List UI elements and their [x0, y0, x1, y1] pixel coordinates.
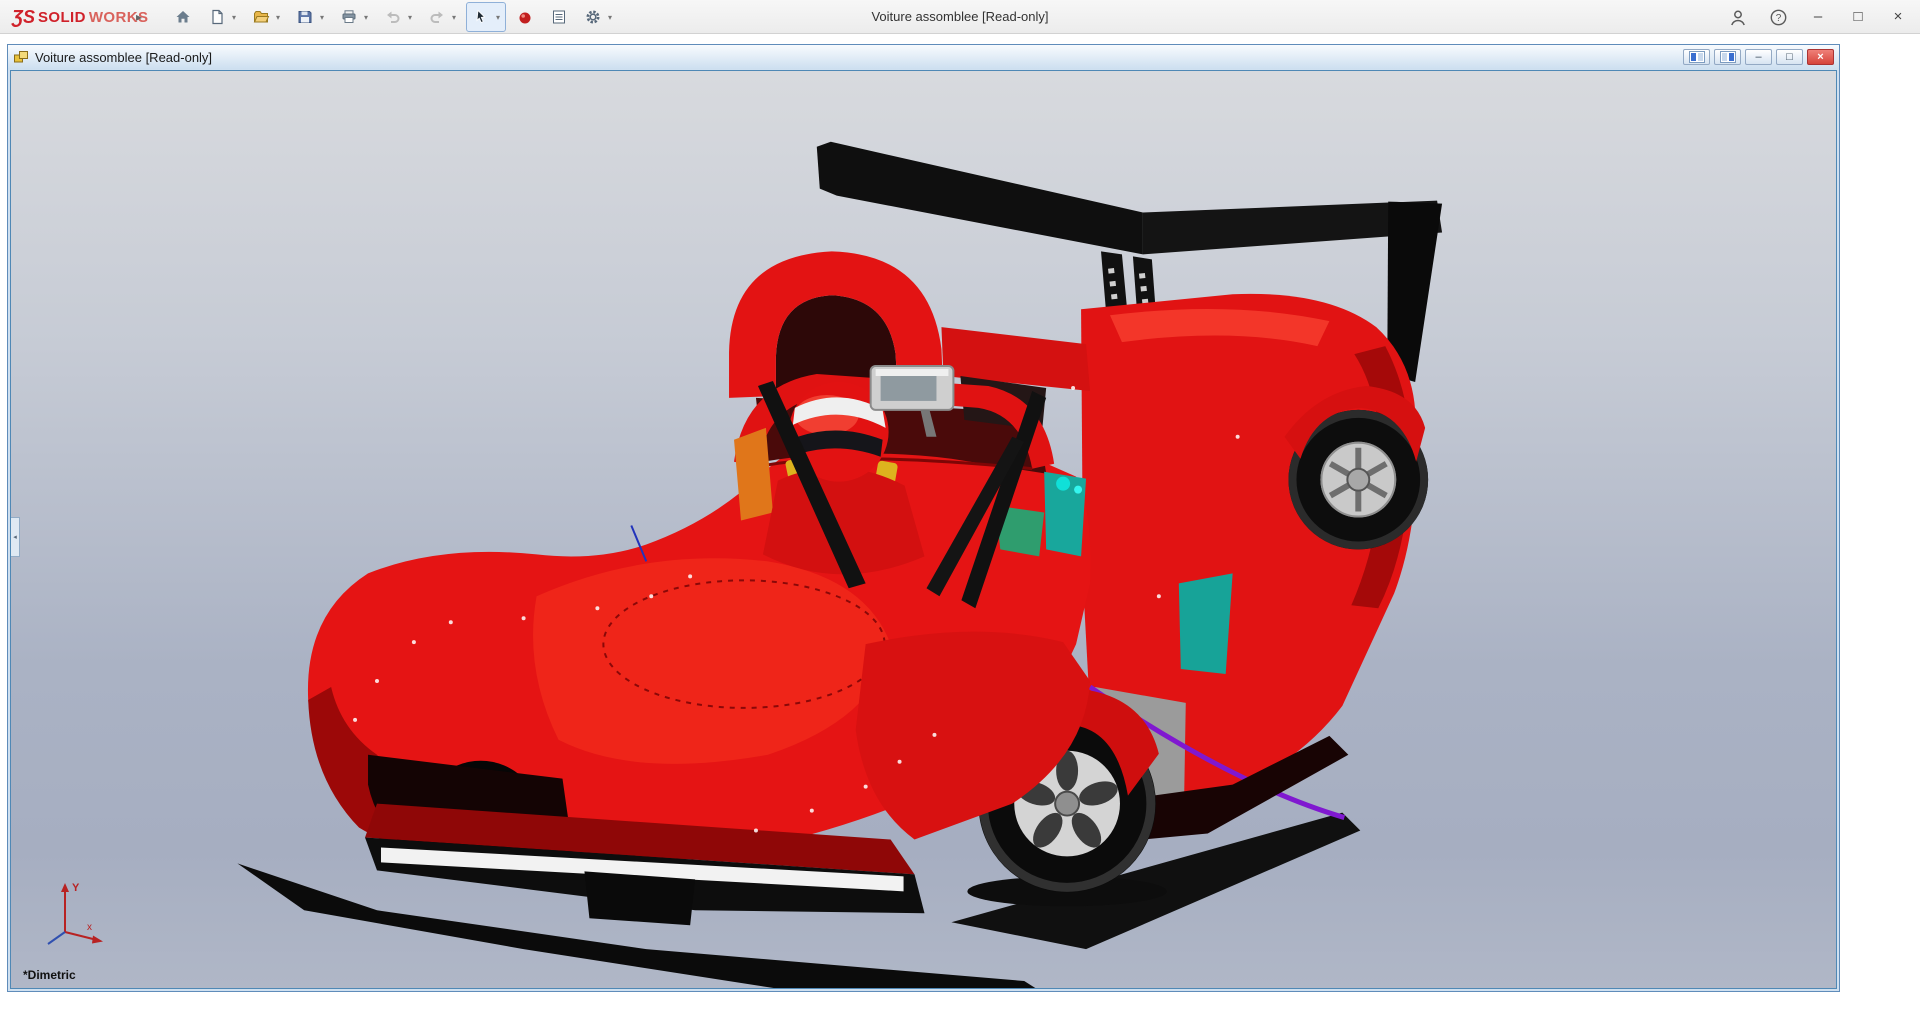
home-button[interactable] — [171, 5, 195, 29]
document-window-controls: – □ × — [1683, 49, 1834, 65]
help-icon: ? — [1769, 8, 1788, 27]
undo-caret[interactable]: ▾ — [405, 13, 415, 22]
mdi-background: Voiture assomblee [Read-only] – □ × — [0, 35, 1920, 1032]
save-button[interactable] — [293, 5, 317, 29]
new-document-group: ▾ — [202, 2, 242, 32]
options-group: ▾ — [578, 2, 618, 32]
select-cursor-icon — [472, 8, 490, 26]
account-button[interactable] — [1726, 5, 1750, 29]
app-maximize-button[interactable]: □ — [1846, 5, 1870, 29]
solidworks-logo: ƷS SOLID WORKS — [12, 0, 148, 34]
toolbar-expander[interactable]: ▸ — [130, 7, 148, 27]
titlebar-right-cluster: ? – □ × — [1726, 0, 1910, 34]
viewport[interactable]: ◂ Y x *Dimetric — [10, 70, 1837, 989]
rebuild-button[interactable] — [513, 5, 537, 29]
print-icon — [340, 8, 358, 26]
collapse-arrow-icon: ◂ — [13, 533, 17, 541]
file-properties-group — [544, 2, 574, 32]
doc-close-button[interactable]: × — [1807, 49, 1834, 65]
print-button[interactable] — [337, 5, 361, 29]
open-caret[interactable]: ▾ — [273, 13, 283, 22]
document-titlebar[interactable]: Voiture assomblee [Read-only] – □ × — [8, 45, 1839, 69]
home-icon — [174, 8, 192, 26]
redo-icon — [428, 8, 446, 26]
view-orientation-label: *Dimetric — [23, 968, 76, 982]
new-document-caret[interactable]: ▾ — [229, 13, 239, 22]
new-document-button[interactable] — [205, 5, 229, 29]
assembly-icon — [13, 49, 29, 65]
save-caret[interactable]: ▾ — [317, 13, 327, 22]
print-caret[interactable]: ▾ — [361, 13, 371, 22]
options-button[interactable] — [581, 5, 605, 29]
app-close-button[interactable]: × — [1886, 5, 1910, 29]
doc-restore-button[interactable]: □ — [1776, 49, 1803, 65]
pane-left-icon — [1689, 51, 1705, 63]
document-title: Voiture assomblee [Read-only] — [35, 50, 212, 65]
help-button[interactable]: ? — [1766, 5, 1790, 29]
undo-button[interactable] — [381, 5, 405, 29]
home-group — [168, 2, 198, 32]
select-tool-group: ▾ — [466, 2, 506, 32]
triad-y-label: Y — [72, 882, 80, 894]
open-button[interactable] — [249, 5, 273, 29]
logo-solid: SOLID — [38, 9, 86, 26]
document-window: Voiture assomblee [Read-only] – □ × — [7, 44, 1840, 992]
red-sphere-icon — [516, 8, 534, 26]
triad-x-label: x — [87, 922, 92, 933]
rebuild-group — [510, 2, 540, 32]
options-caret[interactable]: ▾ — [605, 13, 615, 22]
file-properties-icon — [550, 8, 568, 26]
open-group: ▾ — [246, 2, 286, 32]
pane-toggle-right-button[interactable] — [1714, 49, 1741, 65]
pane-toggle-left-button[interactable] — [1683, 49, 1710, 65]
account-icon — [1728, 8, 1748, 27]
save-icon — [296, 8, 314, 26]
select-tool-caret[interactable]: ▾ — [493, 13, 503, 22]
app-minimize-button[interactable]: – — [1806, 5, 1830, 29]
pane-right-icon — [1720, 51, 1736, 63]
print-group: ▾ — [334, 2, 374, 32]
file-properties-button[interactable] — [547, 5, 571, 29]
logo-mark: ƷS — [12, 7, 35, 28]
quick-access-toolbar: ▾ ▾ ▾ ▾ ▾ — [168, 0, 622, 34]
undo-icon — [384, 8, 402, 26]
redo-caret[interactable]: ▾ — [449, 13, 459, 22]
gear-icon — [584, 8, 602, 26]
select-tool-button[interactable] — [469, 5, 493, 29]
redo-group: ▾ — [422, 2, 462, 32]
panel-collapse-tab[interactable]: ◂ — [11, 517, 20, 557]
redo-button[interactable] — [425, 5, 449, 29]
undo-group: ▾ — [378, 2, 418, 32]
save-group: ▾ — [290, 2, 330, 32]
app-titlebar[interactable]: ƷS SOLID WORKS ▸ ▾ ▾ ▾ — [0, 0, 1920, 34]
car-body — [308, 428, 1091, 925]
orientation-triad: Y x — [33, 878, 109, 954]
new-document-icon — [208, 8, 226, 26]
car-model-render — [11, 71, 1836, 988]
doc-minimize-button[interactable]: – — [1745, 49, 1772, 65]
open-folder-icon — [252, 8, 270, 26]
svg-text:?: ? — [1775, 13, 1781, 24]
